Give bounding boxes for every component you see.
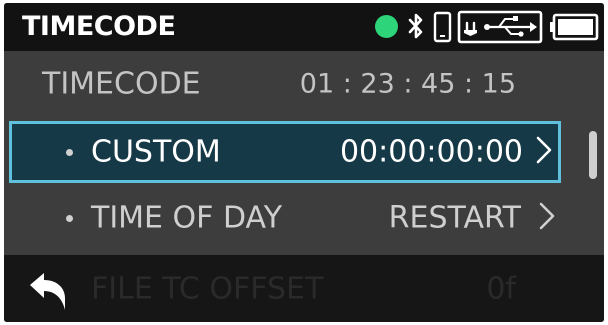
battery-icon [549, 3, 599, 55]
back-button[interactable] [24, 269, 70, 315]
status-bar: TIMECODE [4, 3, 604, 51]
menu-item-label: FILE TC OFFSET [91, 271, 324, 306]
status-dot [375, 15, 398, 38]
timecode-readout-value: 01 : 23 : 45 : 15 [299, 68, 516, 100]
device-screen: TIMECODE TIMECODE 01: 23: 45: 15 CUST… [4, 3, 604, 322]
chevron-right-icon [538, 201, 556, 235]
phone-icon [432, 3, 454, 55]
back-arrow-icon [30, 273, 65, 310]
menu-item-label: TIME OF DAY [91, 200, 283, 236]
menu-item-file-tc-offset[interactable]: FILE TC OFFSET 0f [4, 255, 604, 322]
bullet-icon [66, 149, 73, 156]
menu-item-custom[interactable]: CUSTOM 00:00:00:00 [9, 121, 561, 183]
menu-item-value: RESTART [388, 200, 521, 236]
page-title: TIMECODE [22, 11, 176, 42]
menu-list: TIMECODE 01 : 23 : 45 : 15 CUSTOM 00:00:… [4, 51, 604, 322]
menu-item-label: CUSTOM [91, 134, 221, 170]
chevron-right-icon [535, 135, 553, 169]
menu-item-value: 00:00:00:00 [339, 134, 523, 170]
scrollbar-thumb[interactable] [589, 131, 597, 179]
bullet-icon [66, 215, 73, 222]
timecode-readout-row: TIMECODE 01 : 23 : 45 : 15 [4, 53, 578, 115]
usb-power-icon [457, 3, 543, 55]
menu-item-value: 0f [486, 271, 516, 306]
bluetooth-icon [406, 3, 426, 55]
timecode-readout-label: TIMECODE [42, 66, 201, 102]
menu-item-time-of-day[interactable]: TIME OF DAY RESTART [4, 187, 578, 249]
